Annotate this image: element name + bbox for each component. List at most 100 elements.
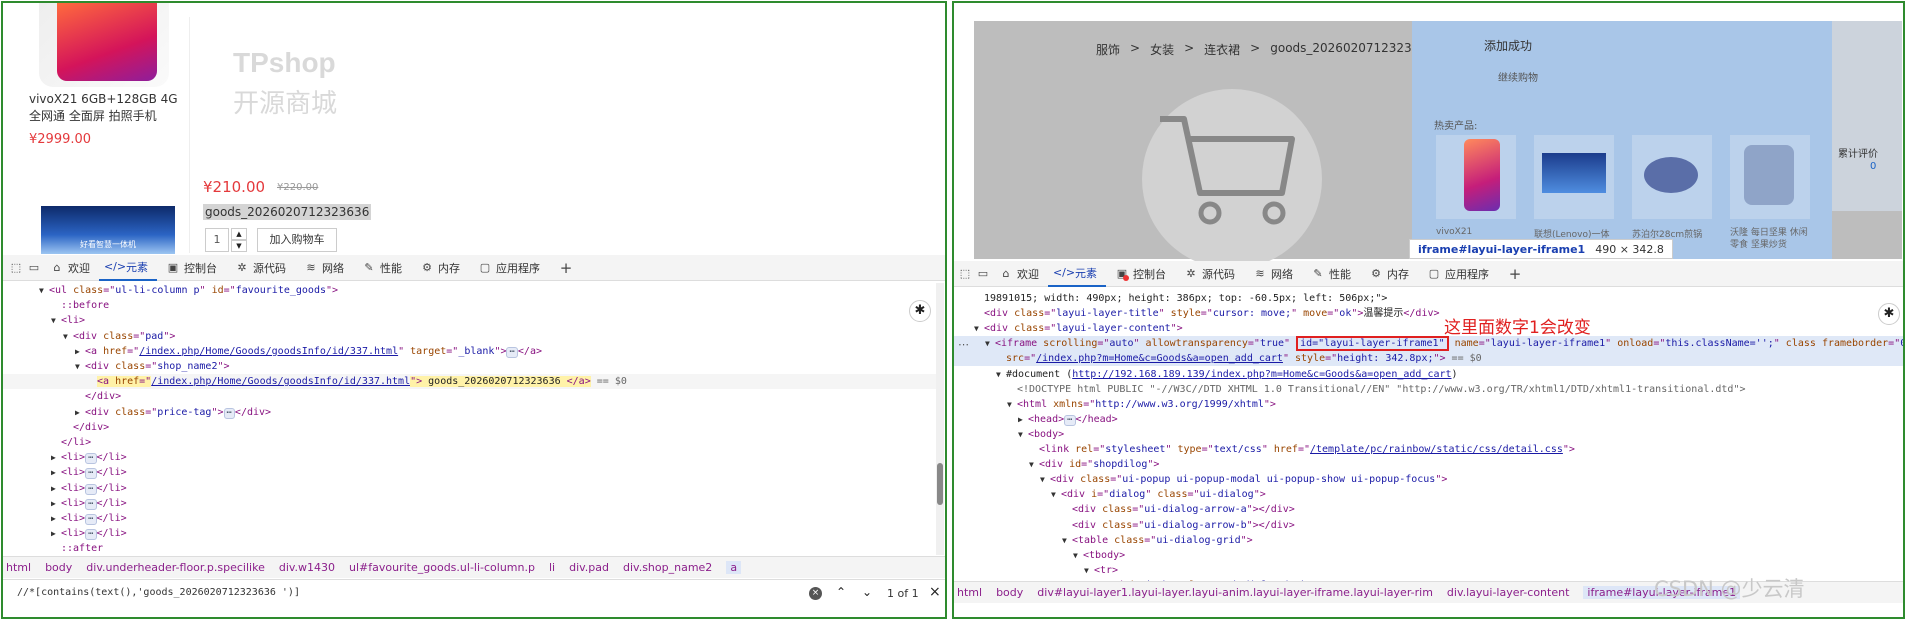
dom-node-line[interactable]: ▶ <li> ⋯ </li> <box>3 496 938 511</box>
phone-image[interactable] <box>39 3 169 87</box>
product-card[interactable] <box>1534 135 1614 219</box>
code-token[interactable]: /index.php/Home/Goods/goodsInfo/id/337.h… <box>139 346 398 357</box>
code-token[interactable]: /index.php?m=Home&c=Goods&a=open_add_car… <box>1036 353 1283 364</box>
dom-node-line[interactable]: </div> <box>3 420 938 435</box>
product-name[interactable]: vivoX21 6GB+128GB 4G全网通 全面屏 拍照手机 <box>29 91 189 125</box>
ellipsis-icon[interactable]: ⋯ <box>85 468 97 480</box>
device-toolbar-icon[interactable]: ▭ <box>976 267 990 281</box>
code-token[interactable]: http://192.168.189.139/index.php?m=Home&… <box>1072 369 1451 380</box>
expand-arrow-icon[interactable]: ▶ <box>51 450 61 465</box>
dom-node-line[interactable]: ▼ #document (http://192.168.189.139/index… <box>954 367 1903 382</box>
product-card[interactable] <box>1632 135 1712 219</box>
more-options-icon[interactable]: ⋯ <box>958 338 969 351</box>
breadcrumb-item[interactable]: body <box>45 561 72 574</box>
dom-node-line[interactable]: <div class="layui-layer-title" style="cu… <box>954 306 1903 321</box>
tab-network[interactable]: ≋ 网络 <box>295 255 353 281</box>
ellipsis-icon[interactable]: ⋯ <box>85 514 97 525</box>
ellipsis-icon[interactable]: ⋯ <box>223 407 235 419</box>
dom-node-line[interactable]: ▼ <li> <box>3 313 938 328</box>
expand-arrow-icon[interactable]: ▶ <box>51 481 61 496</box>
close-icon[interactable]: × <box>929 584 941 600</box>
goods-name-link[interactable]: goods_2026020712323636 <box>203 204 372 220</box>
dom-node-line[interactable]: ▶ <head> ⋯ </head> <box>954 412 1903 427</box>
tab-application[interactable]: ▢ 应用程序 <box>1418 261 1498 287</box>
dom-node-line[interactable]: ▼ <div class="pad"> <box>3 329 938 344</box>
product-card[interactable] <box>1436 135 1516 219</box>
ellipsis-icon[interactable]: ⋯ <box>85 483 97 495</box>
ellipsis-icon[interactable]: ⋯ <box>85 498 97 510</box>
tab-sources[interactable]: ✲ 源代码 <box>226 255 295 281</box>
breadcrumb-item[interactable]: div.underheader-floor.p.specilike <box>86 561 265 574</box>
expand-arrow-icon[interactable]: ▶ <box>51 465 61 480</box>
dom-node-line[interactable]: <div class="ui-dialog-arrow-a"></div> <box>954 502 1903 517</box>
inspect-icon[interactable]: ⬚ <box>958 267 972 281</box>
breadcrumb-item[interactable]: div.pad <box>569 561 609 574</box>
expand-arrow-icon[interactable]: ▶ <box>51 496 61 511</box>
dom-node-line[interactable]: 19891015; width: 490px; height: 386px; t… <box>954 291 1903 306</box>
previous-icon[interactable]: ⌃ <box>836 585 846 599</box>
collapse-arrow-icon[interactable]: ▼ <box>1062 533 1072 548</box>
dom-node-line[interactable]: <link rel="stylesheet" type="text/css" h… <box>954 442 1903 457</box>
dom-node-line[interactable]: <!DOCTYPE html PUBLIC "-//W3C//DTD XHTML… <box>954 382 1903 397</box>
monitor-image[interactable]: 好看智慧一体机 <box>41 206 175 254</box>
dom-node-line[interactable]: ::after <box>3 541 938 556</box>
breadcrumb-item[interactable]: a <box>726 561 742 574</box>
dom-node-line[interactable]: ▼ <body> <box>954 427 1903 442</box>
continue-shopping-link[interactable]: 继续购物 <box>1498 69 1538 84</box>
dom-node-line[interactable]: ▶ <li> ⋯ </li> <box>3 526 938 541</box>
dom-node-line[interactable]: ▼ <tbody> <box>954 548 1903 563</box>
tab-welcome[interactable]: ⌂ 欢迎 <box>990 261 1048 287</box>
breadcrumb-item[interactable]: html <box>957 586 982 599</box>
dom-node-line[interactable]: <a href="/index.php/Home/Goods/goodsInfo… <box>3 374 938 390</box>
qty-down-icon[interactable]: ▼ <box>231 240 247 252</box>
dom-node-line[interactable]: ▼ <div class="ui-popup ui-popup-modal ui-… <box>954 472 1903 487</box>
add-tab-icon[interactable]: + <box>1508 265 1522 283</box>
ellipsis-icon[interactable]: ⋯ <box>506 346 518 358</box>
code-token[interactable]: /index.php/Home/Goods/goodsInfo/id/337.h… <box>151 376 410 387</box>
dom-node-line[interactable]: ▼ <ul class="ul-li-column p" id="favourit… <box>3 283 938 298</box>
breadcrumb-item[interactable]: body <box>996 586 1023 599</box>
collapse-arrow-icon[interactable]: ▼ <box>985 336 995 351</box>
expand-arrow-icon[interactable]: ▶ <box>1018 412 1028 427</box>
dom-node-line[interactable]: ▶ <li> ⋯ </li> <box>3 450 938 465</box>
scrollbar-thumb[interactable] <box>937 463 943 505</box>
dom-node-line[interactable]: ▶ <li> ⋯ </li> <box>3 481 938 496</box>
collapse-arrow-icon[interactable]: ▼ <box>51 313 61 328</box>
product-card[interactable] <box>1730 135 1810 219</box>
breadcrumb-item[interactable]: div.w1430 <box>279 561 335 574</box>
collapse-arrow-icon[interactable]: ▼ <box>1018 427 1028 442</box>
breadcrumb-item[interactable]: ul#favourite_goods.ul-li-column.p <box>349 561 535 574</box>
add-to-cart-button[interactable]: 加入购物车 <box>257 228 337 252</box>
tab-performance[interactable]: ✎ 性能 <box>1302 261 1360 287</box>
expand-arrow-icon[interactable]: ▶ <box>51 511 61 526</box>
collapse-arrow-icon[interactable]: ▼ <box>1029 457 1039 472</box>
search-input[interactable]: //*[contains(text(),'goods_2026020712323… <box>17 587 300 598</box>
collapse-arrow-icon[interactable]: ▼ <box>1051 487 1061 502</box>
tab-elements[interactable]: </> 元素 <box>1048 261 1106 287</box>
code-token[interactable]: /template/pc/rainbow/static/css/detail.c… <box>1310 444 1563 455</box>
collapse-arrow-icon[interactable]: ▼ <box>1073 548 1083 563</box>
dom-node-line[interactable]: ▼ <html xmlns="http://www.w3.org/1999/xht… <box>954 397 1903 412</box>
expand-arrow-icon[interactable]: ▶ <box>75 344 85 359</box>
collapse-arrow-icon[interactable]: ▼ <box>996 367 1006 382</box>
collapse-arrow-icon[interactable]: ▼ <box>974 321 984 336</box>
breadcrumb-link[interactable]: 连衣裙 <box>1204 41 1240 58</box>
breadcrumb-item[interactable]: li <box>549 561 555 574</box>
clear-icon[interactable]: × <box>809 587 822 600</box>
collapse-arrow-icon[interactable]: ▼ <box>63 329 73 344</box>
dom-node-line[interactable]: ▼ <div class="layui-layer-content"> <box>954 321 1903 336</box>
breadcrumb-link[interactable]: 女装 <box>1150 41 1174 58</box>
ellipsis-icon[interactable]: ⋯ <box>85 453 97 465</box>
breadcrumb-link[interactable]: goods_2026020712323636 <box>1270 41 1434 58</box>
breadcrumb-item[interactable]: div.shop_name2 <box>623 561 712 574</box>
tab-performance[interactable]: ✎ 性能 <box>353 255 411 281</box>
tab-console[interactable]: ▣ 控制台 <box>1106 261 1175 287</box>
inspect-icon[interactable]: ⬚ <box>9 261 23 275</box>
dom-node-line[interactable]: ▼ <iframe scrolling="auto" allowtranspare… <box>954 336 1903 352</box>
breadcrumb-item[interactable]: div.layui-layer-content <box>1447 586 1569 599</box>
tab-welcome[interactable]: ⌂ 欢迎 <box>41 255 99 281</box>
dom-node-line[interactable]: </div> <box>3 389 938 404</box>
collapse-arrow-icon[interactable]: ▼ <box>1084 563 1094 578</box>
dom-node-line[interactable]: ▶ <li> ⋯ </li> <box>3 511 938 526</box>
dom-node-line[interactable]: ▼ <table class="ui-dialog-grid"> <box>954 533 1903 548</box>
